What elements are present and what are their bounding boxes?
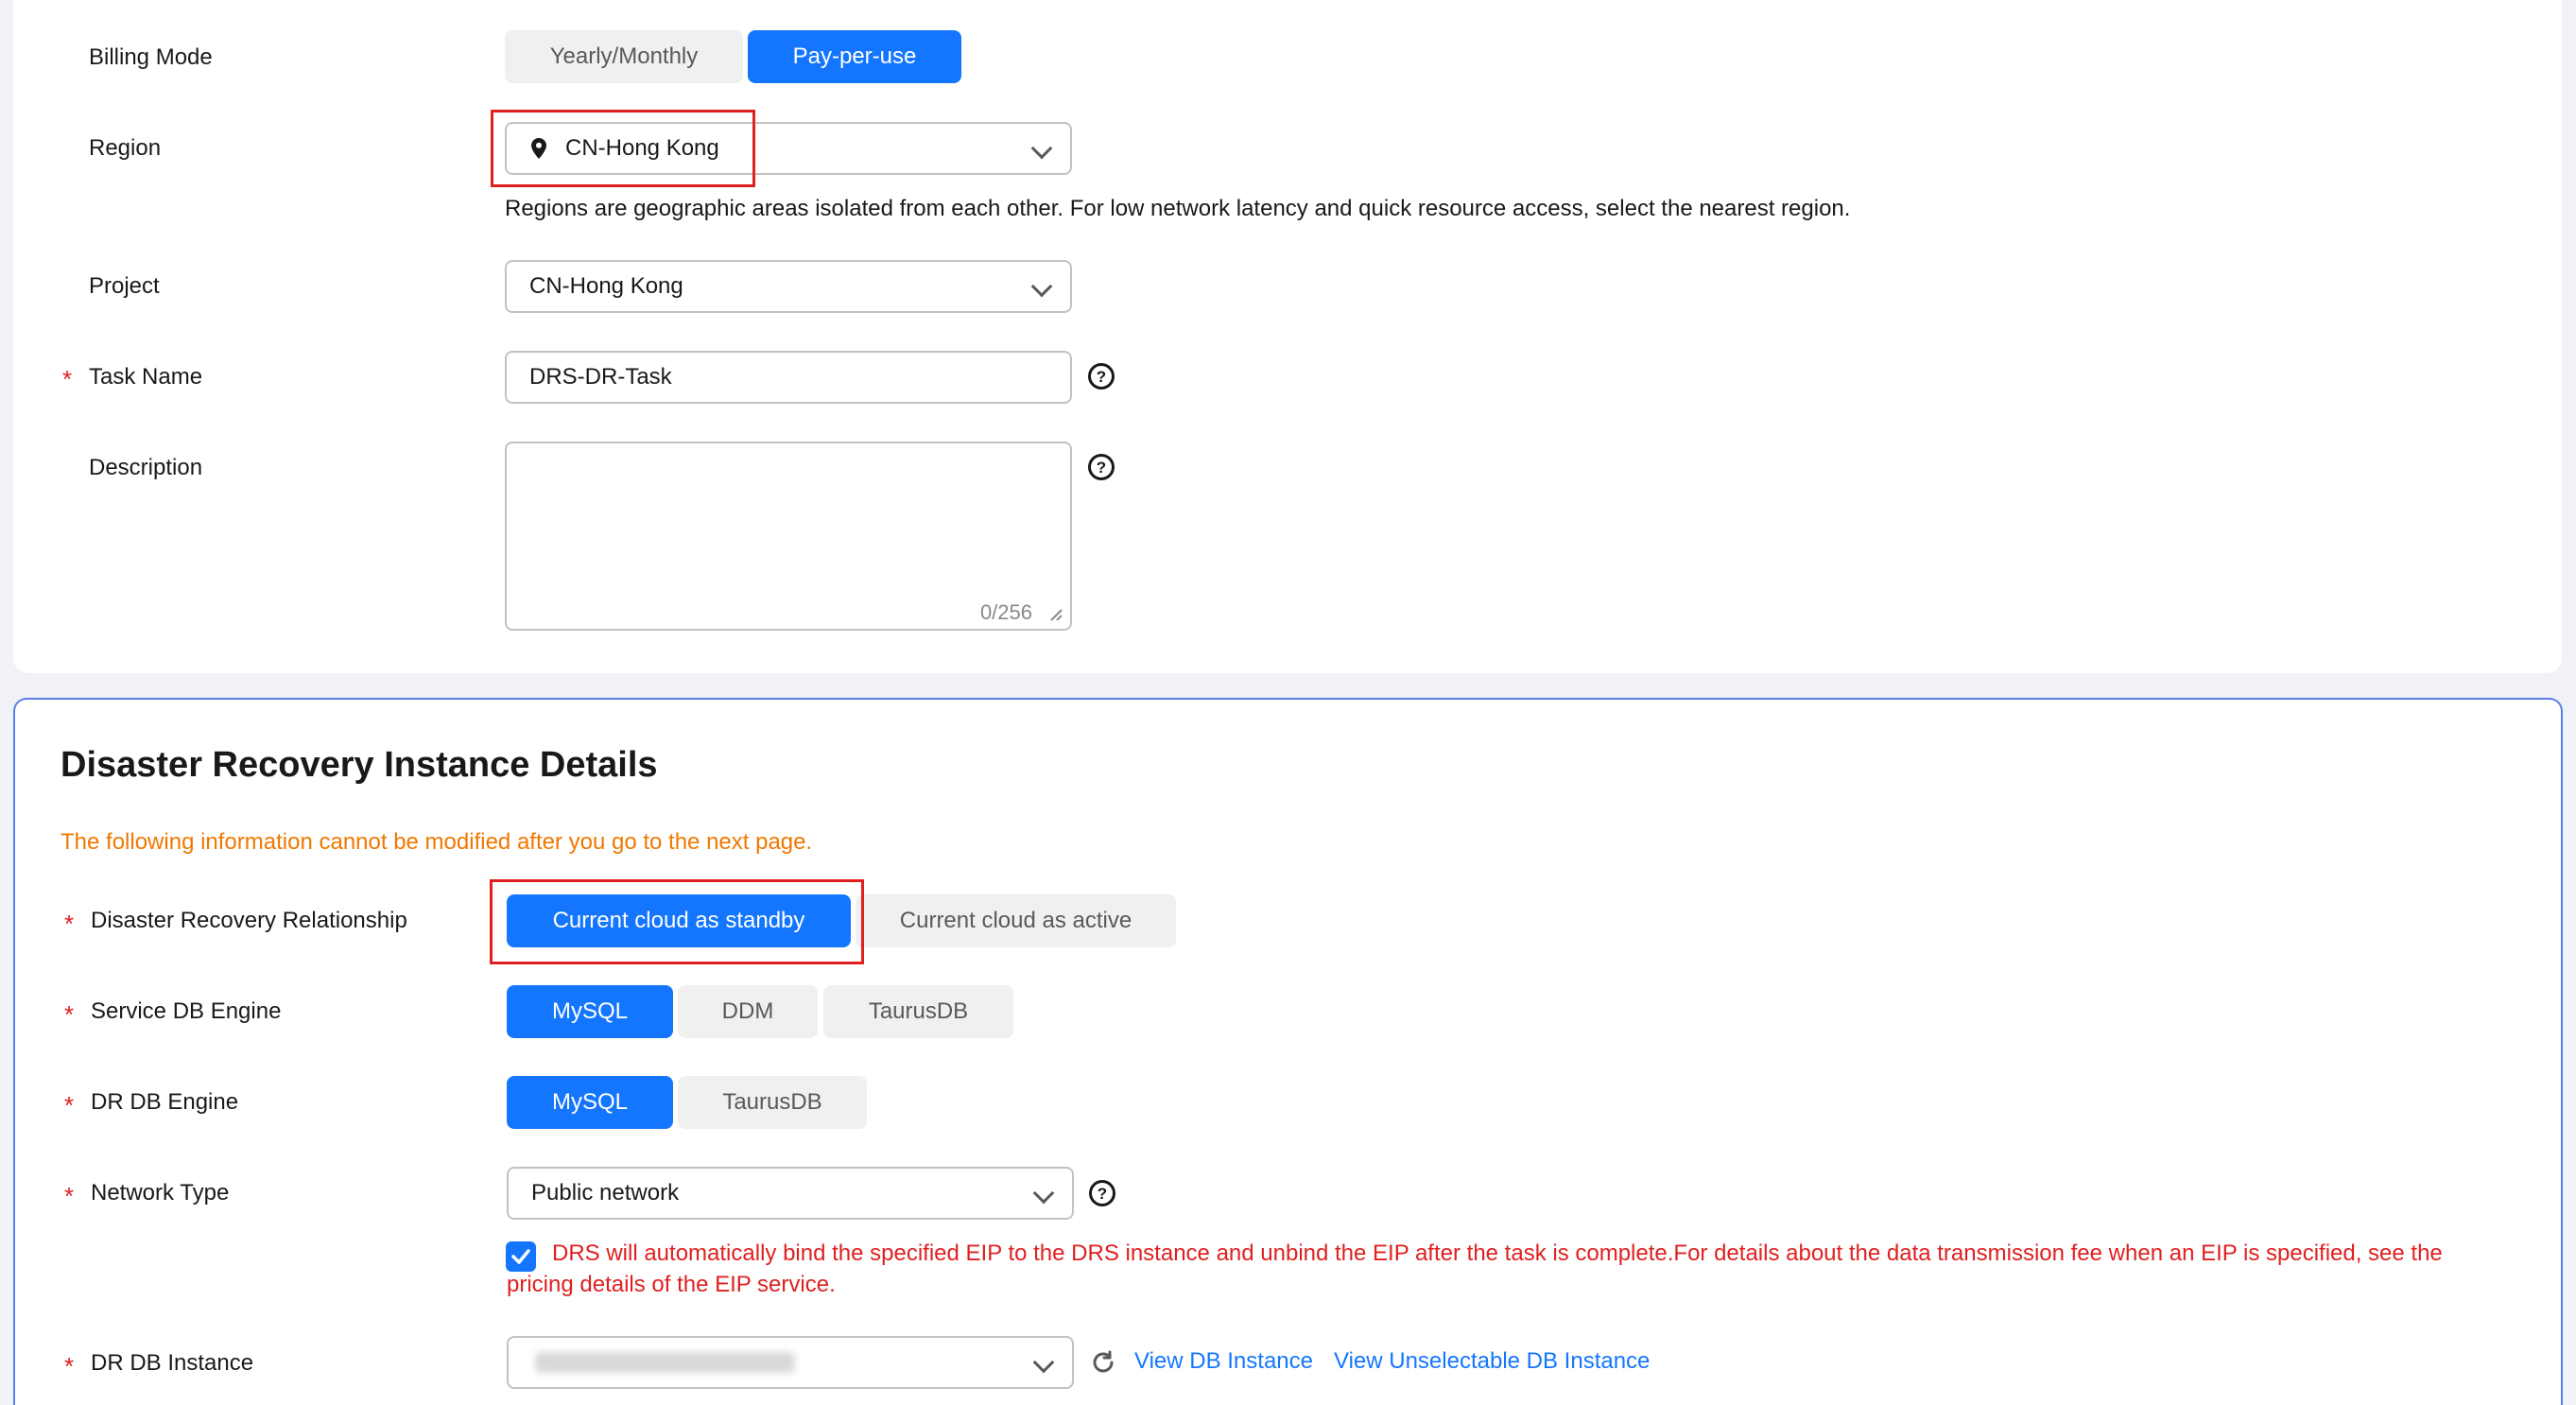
service-engine-mysql-button[interactable]: MySQL [507, 985, 673, 1038]
dr-db-engine-label: DR DB Engine [91, 1089, 239, 1115]
task-name-input[interactable] [505, 351, 1072, 404]
chevron-down-icon [1030, 137, 1053, 160]
service-db-engine-label: Service DB Engine [91, 998, 282, 1024]
basic-info-card [13, 0, 2562, 673]
region-label: Region [89, 135, 162, 161]
project-label: Project [89, 273, 160, 299]
region-hint: Regions are geographic areas isolated fr… [505, 196, 1851, 221]
region-highlight-box [491, 110, 755, 187]
description-counter: 0/256 [979, 600, 1032, 624]
help-icon[interactable]: ? [1088, 363, 1115, 390]
description-textarea[interactable]: 0/256 [505, 442, 1072, 631]
eip-checkbox[interactable] [506, 1241, 536, 1272]
dr-engine-mysql-button[interactable]: MySQL [507, 1076, 673, 1129]
billing-pay-per-use-button[interactable]: Pay-per-use [748, 30, 961, 83]
description-label: Description [89, 455, 203, 480]
dr-details-card [13, 698, 2563, 1405]
required-asterisk: * [64, 1182, 75, 1210]
required-asterisk: * [64, 1091, 75, 1119]
eip-notice-line2: pricing details of the EIP service. [507, 1272, 836, 1297]
project-select[interactable]: CN-Hong Kong [505, 260, 1072, 313]
service-engine-ddm-button[interactable]: DDM [678, 985, 818, 1038]
help-icon[interactable]: ? [1088, 454, 1115, 480]
refresh-icon[interactable] [1089, 1348, 1117, 1377]
service-engine-taurusdb-button[interactable]: TaurusDB [823, 985, 1013, 1038]
help-icon[interactable]: ? [1089, 1180, 1115, 1206]
chevron-down-icon [1032, 1182, 1055, 1205]
dr-section-title: Disaster Recovery Instance Details [61, 745, 658, 785]
dr-db-instance-label: DR DB Instance [91, 1350, 254, 1376]
required-asterisk: * [64, 1000, 75, 1029]
dr-db-instance-select[interactable] [507, 1336, 1074, 1389]
billing-mode-label: Billing Mode [89, 44, 213, 70]
billing-yearly-monthly-button[interactable]: Yearly/Monthly [505, 30, 743, 83]
required-asterisk: * [64, 910, 75, 938]
chevron-down-icon [1032, 1351, 1055, 1374]
eip-notice-line1: DRS will automatically bind the specifie… [552, 1240, 2443, 1266]
project-value: CN-Hong Kong [529, 273, 683, 299]
required-asterisk: * [62, 365, 73, 393]
active-option-button[interactable]: Current cloud as active [856, 894, 1176, 947]
dr-relationship-label: Disaster Recovery Relationship [91, 908, 407, 933]
resize-handle-icon[interactable] [1049, 608, 1063, 621]
chevron-down-icon [1030, 275, 1053, 298]
checkmark-icon [511, 1249, 530, 1264]
view-db-instance-link[interactable]: View DB Instance [1134, 1348, 1313, 1375]
dr-engine-taurusdb-button[interactable]: TaurusDB [678, 1076, 867, 1129]
network-type-value: Public network [531, 1180, 680, 1206]
required-asterisk: * [64, 1352, 75, 1380]
blurred-instance-value [535, 1352, 795, 1373]
dr-warning-text: The following information cannot be modi… [61, 829, 813, 855]
network-type-label: Network Type [91, 1180, 230, 1206]
relationship-highlight-box [490, 879, 864, 964]
network-type-select[interactable]: Public network [507, 1167, 1074, 1220]
view-unselectable-db-instance-link[interactable]: View Unselectable DB Instance [1334, 1348, 1650, 1375]
task-name-label: Task Name [89, 364, 203, 390]
